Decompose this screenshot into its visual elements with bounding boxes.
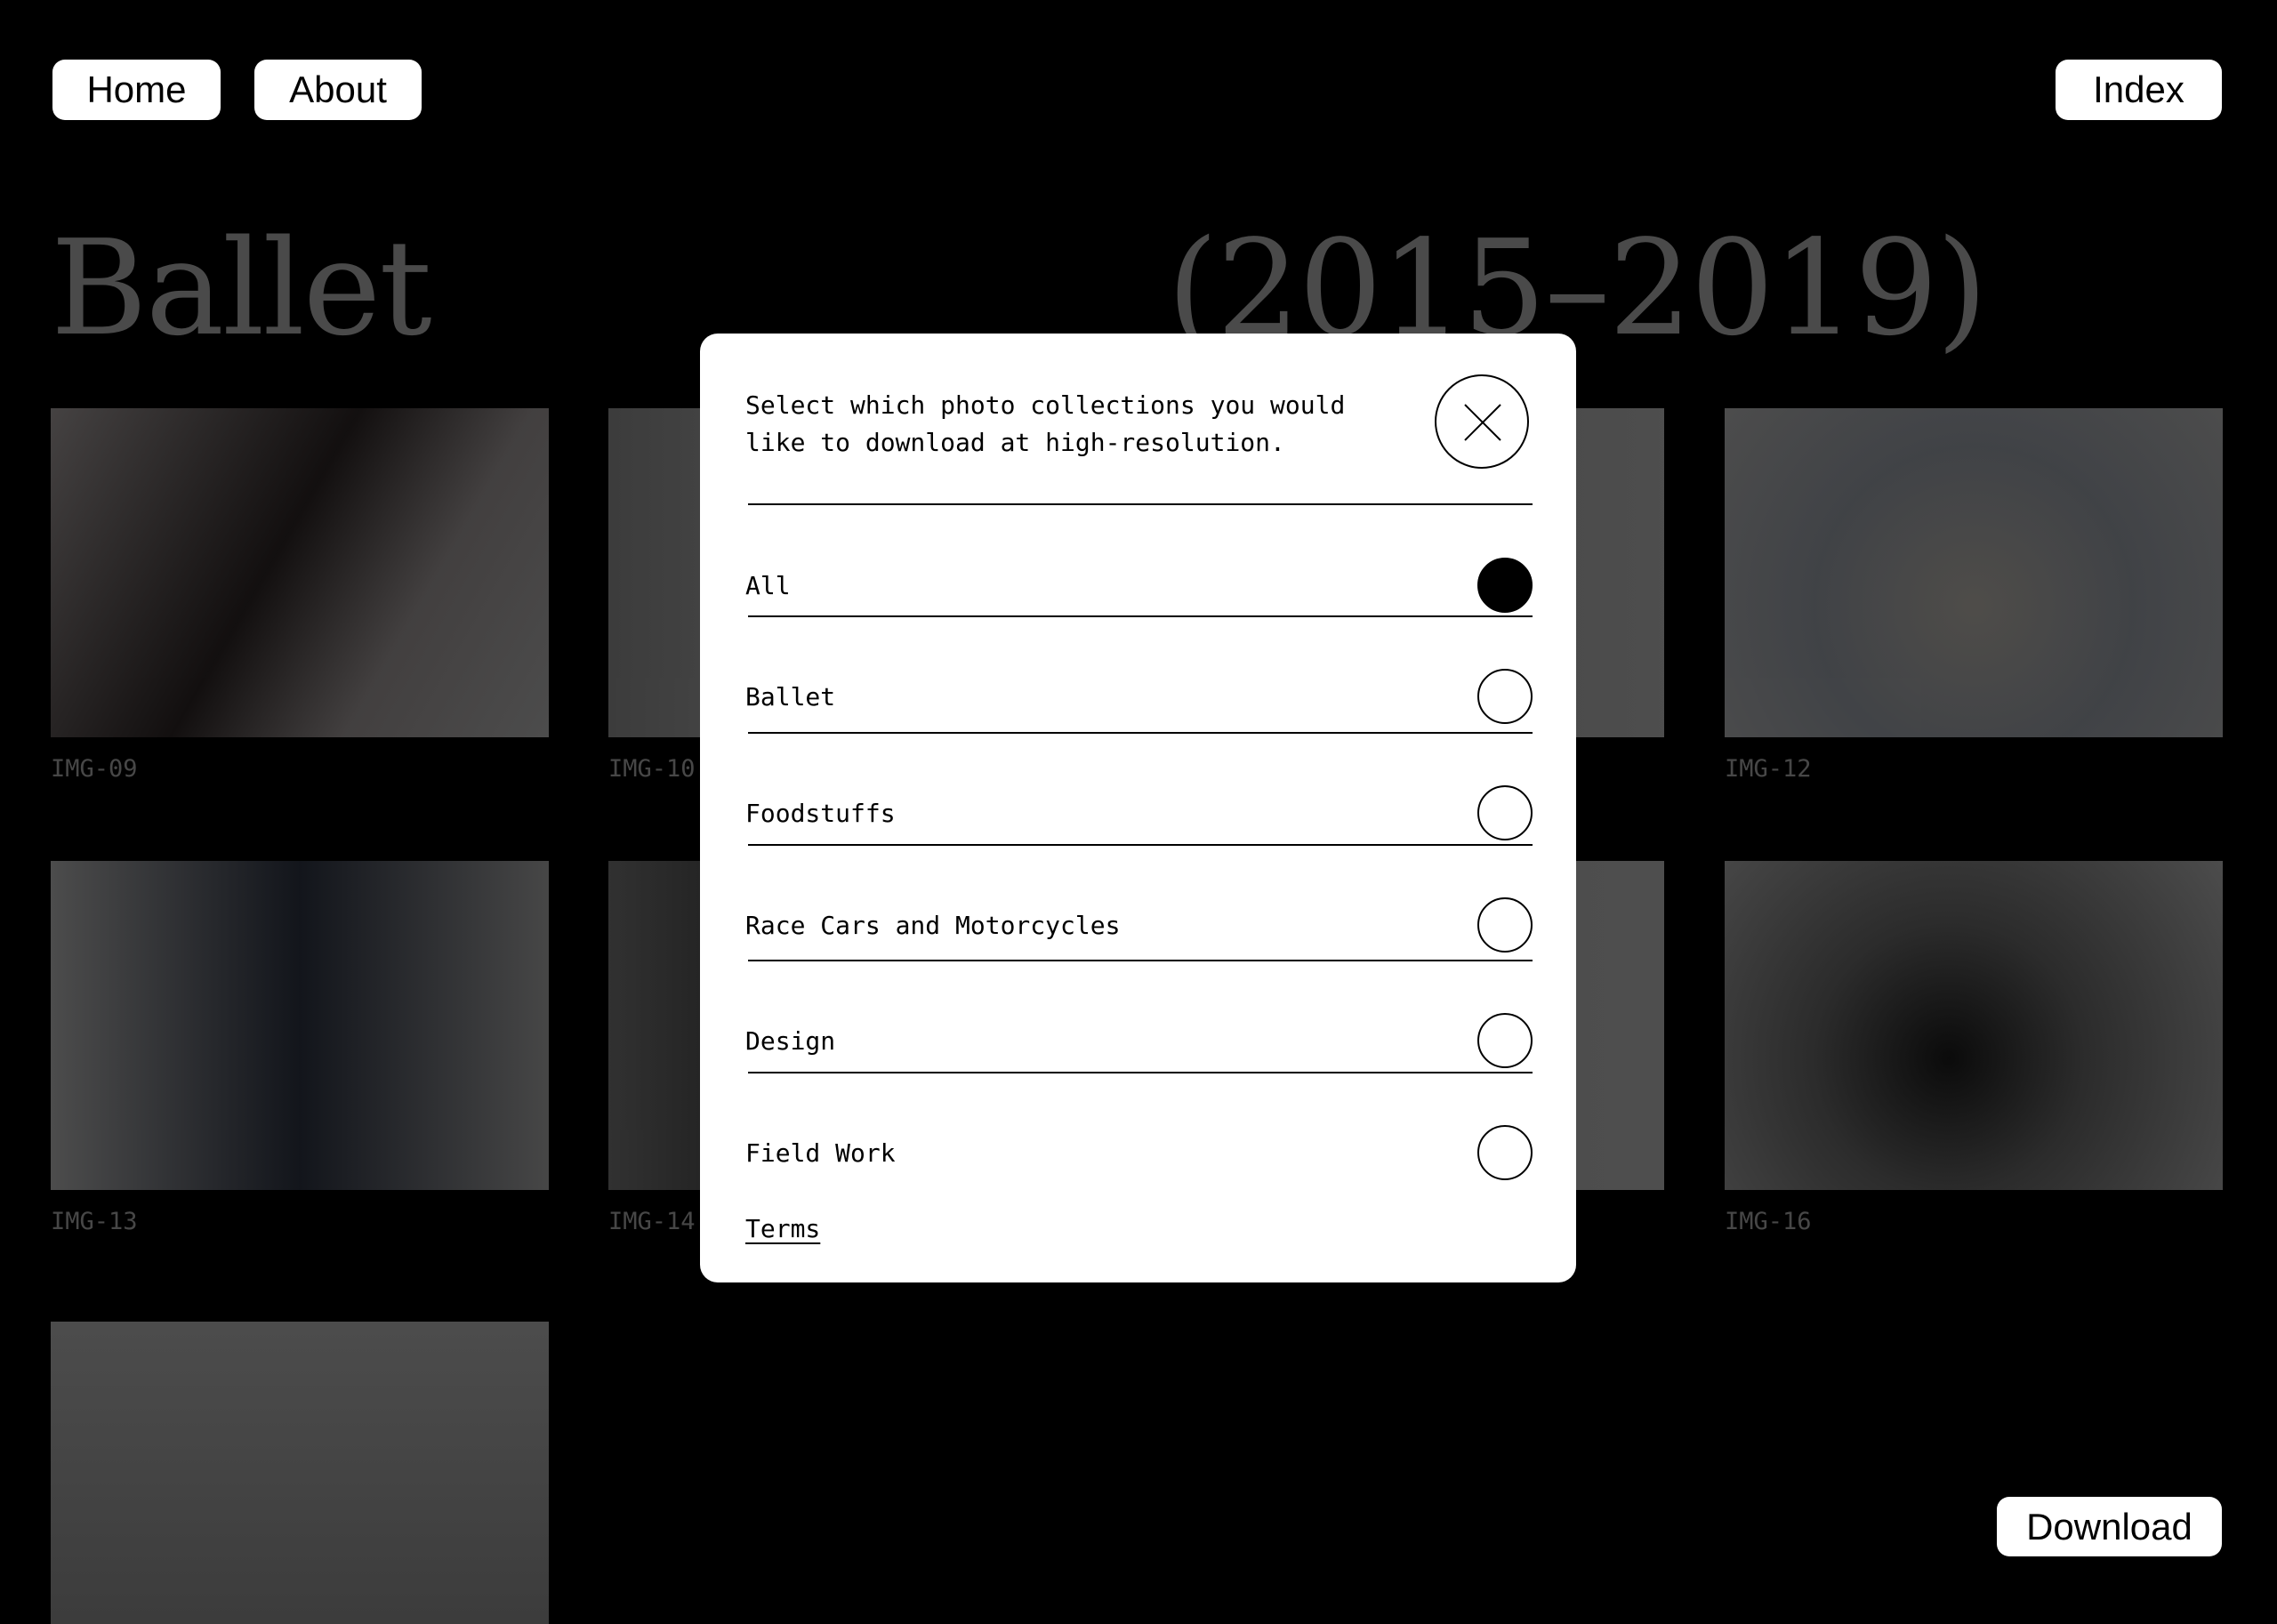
option-label: All	[745, 570, 791, 600]
index-button[interactable]: Index	[2056, 60, 2222, 120]
option-label: Field Work	[745, 1138, 896, 1168]
gallery-item[interactable]: IMG-13	[51, 861, 549, 1235]
option-label: Foodstuffs	[745, 798, 896, 828]
divider	[748, 1072, 1533, 1073]
option-label: Race Cars and Motorcycles	[745, 910, 1121, 940]
option-foodstuffs[interactable]: Foodstuffs	[745, 785, 1533, 840]
divider	[748, 844, 1533, 846]
photo-label: IMG-12	[1725, 755, 1812, 783]
home-button[interactable]: Home	[52, 60, 221, 120]
option-label: Ballet	[745, 681, 836, 712]
option-all[interactable]: All	[745, 558, 1533, 613]
gallery-item[interactable]: IMG-09	[51, 408, 549, 783]
page-title: Ballet	[51, 212, 432, 365]
radio[interactable]	[1477, 897, 1533, 953]
about-button[interactable]: About	[254, 60, 422, 120]
photo-label: IMG-09	[51, 755, 138, 783]
divider	[748, 960, 1533, 961]
gallery-item[interactable]: IMG-16	[1725, 861, 2223, 1235]
radio[interactable]	[1477, 1125, 1533, 1180]
photo	[51, 408, 549, 737]
option-ballet[interactable]: Ballet	[745, 669, 1533, 724]
photo	[1725, 408, 2223, 737]
photo	[51, 861, 549, 1190]
radio[interactable]	[1477, 669, 1533, 724]
download-modal: Select which photo collections you would…	[700, 334, 1576, 1282]
photo-label: IMG-16	[1725, 1208, 1812, 1235]
modal-intro: Select which photo collections you would…	[745, 390, 1346, 457]
gallery-item[interactable]	[51, 1322, 549, 1624]
divider	[748, 732, 1533, 734]
option-field-work[interactable]: Field Work	[745, 1125, 1533, 1180]
gallery-item[interactable]: IMG-12	[1725, 408, 2223, 783]
photo-label: IMG-13	[51, 1208, 138, 1235]
close-button[interactable]	[1435, 374, 1529, 469]
close-x-icon	[1464, 404, 1501, 441]
divider	[748, 503, 1533, 505]
photo	[1725, 861, 2223, 1190]
option-label: Design	[745, 1025, 836, 1056]
option-race-cars[interactable]: Race Cars and Motorcycles	[745, 897, 1533, 953]
photo	[51, 1322, 549, 1624]
divider	[748, 615, 1533, 617]
terms-link[interactable]: Terms	[745, 1214, 820, 1243]
download-button[interactable]: Download	[1997, 1497, 2222, 1556]
radio[interactable]	[1477, 1013, 1533, 1068]
radio[interactable]	[1477, 785, 1533, 840]
radio-selected[interactable]	[1477, 558, 1533, 613]
option-design[interactable]: Design	[745, 1013, 1533, 1068]
